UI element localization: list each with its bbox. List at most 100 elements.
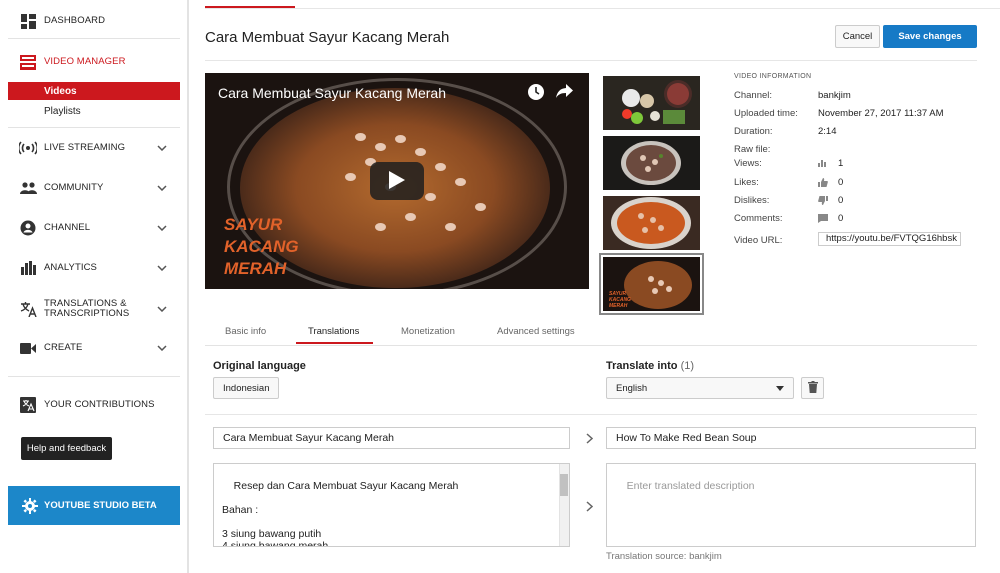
comments-stat: 0 (818, 213, 843, 224)
source-title-field[interactable]: Cara Membuat Sayur Kacang Merah (213, 427, 570, 449)
dashboard-icon (19, 12, 37, 30)
divider (205, 414, 977, 415)
thumbnail-option[interactable] (603, 196, 700, 250)
tab-translations[interactable]: Translations (308, 326, 359, 337)
divider (8, 127, 180, 128)
sidebar-item-analytics[interactable]: ANALYTICS (0, 256, 188, 280)
sidebar-subitem-videos[interactable]: Videos (8, 82, 180, 100)
sidebar-item-label: DASHBOARD (44, 15, 106, 26)
tab-advanced-settings[interactable]: Advanced settings (497, 326, 575, 337)
translate-into-count: (1) (680, 360, 695, 372)
delete-translation-button[interactable] (801, 377, 824, 399)
channel-value: bankjim (818, 90, 851, 101)
tab-monetization[interactable]: Monetization (401, 326, 455, 337)
cancel-button[interactable]: Cancel (835, 25, 880, 48)
translate-language-select[interactable]: English (606, 377, 794, 399)
dislikes-stat: 0 (818, 195, 843, 206)
comment-icon (818, 213, 828, 224)
comments-value: 0 (838, 213, 844, 224)
play-button[interactable] (370, 162, 424, 200)
thumbnail-overlay-text: SAYUR KACANG MERAH (609, 291, 631, 309)
translate-into-heading: Translate into (1) (606, 360, 694, 372)
channel-label: Channel: (734, 90, 773, 101)
sidebar-item-label: CHANNEL (44, 222, 91, 233)
thumbnail-option-selected[interactable]: SAYUR KACANG MERAH (599, 253, 704, 315)
comments-label: Comments: (734, 213, 783, 224)
uploaded-value: November 27, 2017 11:37 AM (818, 108, 944, 119)
arrow-right-icon (584, 432, 594, 444)
original-language-label: Original language (213, 360, 306, 372)
sidebar-item-dashboard[interactable]: DASHBOARD (0, 9, 188, 33)
main-panel: Cara Membuat Sayur Kacang Merah Cancel S… (188, 0, 1000, 573)
sidebar-item-your-contributions[interactable]: YOUR CONTRIBUTIONS (0, 393, 188, 417)
thumbnail-option[interactable] (603, 76, 700, 130)
trash-icon (807, 380, 818, 396)
video-url-field[interactable]: https://youtu.be/FVTQG16hbsk (818, 232, 961, 246)
divider (8, 376, 180, 377)
sidebar-item-label: CREATE (44, 342, 83, 353)
bar-chart-icon (818, 159, 828, 169)
overlay-line: KACANG (224, 237, 299, 256)
translated-title-field[interactable]: How To Make Red Bean Soup (606, 427, 976, 449)
analytics-icon (19, 259, 37, 277)
sidebar-item-community[interactable]: COMMUNITY (0, 176, 188, 200)
sidebar-item-label: LIVE STREAMING (44, 142, 126, 153)
scrollbar-thumb[interactable] (560, 474, 568, 496)
views-label: Views: (734, 158, 762, 169)
source-description-field[interactable]: Resep dan Cara Membuat Sayur Kacang Mera… (213, 463, 570, 547)
overlay-line: MERAH (609, 303, 628, 309)
likes-stat: 0 (818, 177, 843, 188)
duration-value: 2:14 (818, 126, 837, 137)
sidebar-item-label: COMMUNITY (44, 182, 104, 193)
sidebar-item-label: TRANSLATIONS & TRANSCRIPTIONS (44, 298, 130, 319)
translated-description-placeholder: Enter translated description (626, 480, 755, 492)
studio-label: YOUTUBE STUDIO BETA (44, 500, 157, 511)
sidebar-item-create[interactable]: CREATE (0, 336, 188, 360)
gear-icon (21, 497, 39, 515)
live-streaming-icon (19, 139, 37, 157)
chevron-down-icon (156, 303, 168, 315)
active-indicator (205, 6, 295, 8)
thumbnail-option[interactable] (603, 136, 700, 190)
chevron-down-icon (156, 182, 168, 194)
tab-active-indicator (296, 342, 373, 344)
translated-description-field[interactable]: Enter translated description (606, 463, 976, 547)
raw-file-label: Raw file: (734, 144, 771, 155)
tab-basic-info[interactable]: Basic info (225, 326, 266, 337)
create-icon (19, 339, 37, 357)
sidebar-item-video-manager[interactable]: VIDEO MANAGER (0, 50, 188, 74)
chevron-down-icon (156, 222, 168, 234)
translate-into-label: Translate into (606, 360, 678, 372)
sidebar-item-live-streaming[interactable]: LIVE STREAMING (0, 136, 188, 160)
video-url-label: Video URL: (734, 235, 783, 246)
video-title-overlay: Cara Membuat Sayur Kacang Merah (218, 85, 446, 101)
video-manager-icon (19, 53, 37, 71)
sidebar-item-channel[interactable]: CHANNEL (0, 216, 188, 240)
dropdown-caret-icon (776, 386, 784, 391)
divider (205, 8, 1000, 9)
scrollbar[interactable] (559, 464, 569, 546)
arrow-right-icon (584, 500, 594, 512)
overlay-line: SAYUR (224, 215, 283, 234)
translate-language-value: English (616, 382, 648, 394)
dislikes-label: Dislikes: (734, 195, 770, 206)
translate-icon (19, 300, 37, 318)
sidebar-item-label: VIDEO MANAGER (44, 56, 126, 67)
sidebar: DASHBOARD VIDEO MANAGER Videos Playlists… (0, 0, 188, 573)
views-stat: 1 (818, 158, 843, 169)
sidebar-subitem-playlists[interactable]: Playlists (8, 102, 180, 120)
video-overlay-text: SAYUR KACANG MERAH (224, 214, 299, 280)
thumbs-up-icon (818, 177, 828, 188)
help-feedback-button[interactable]: Help and feedback (21, 437, 112, 460)
video-player[interactable]: Cara Membuat Sayur Kacang Merah SAYUR KA… (205, 73, 589, 289)
channel-icon (19, 219, 37, 237)
page-title: Cara Membuat Sayur Kacang Merah (205, 29, 450, 46)
youtube-studio-beta-button[interactable]: YOUTUBE STUDIO BETA (8, 486, 180, 525)
save-changes-button[interactable]: Save changes (883, 25, 977, 48)
watch-later-icon[interactable] (527, 83, 545, 101)
contributions-icon (19, 396, 37, 414)
original-language-button[interactable]: Indonesian (213, 377, 280, 399)
uploaded-label: Uploaded time: (734, 108, 798, 119)
sidebar-item-translations[interactable]: TRANSLATIONS & TRANSCRIPTIONS (0, 296, 188, 322)
share-icon[interactable] (556, 83, 574, 101)
